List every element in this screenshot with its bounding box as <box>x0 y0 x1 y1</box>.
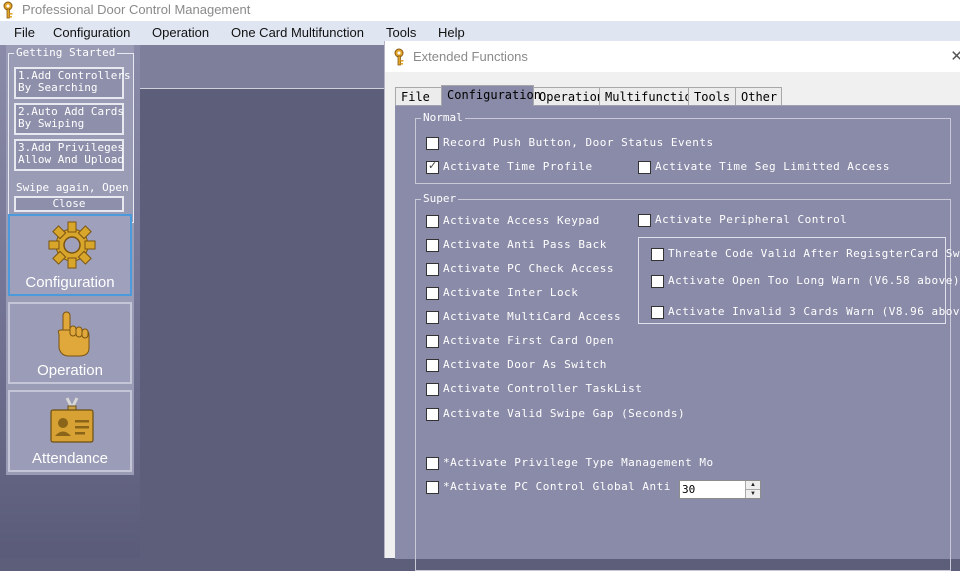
swipe-gap-seconds-input[interactable]: 30 ▲ ▼ <box>679 480 761 499</box>
checkbox-label: Threate Code Valid After RegisgterCard S… <box>668 247 960 260</box>
checkbox-label: Activate Valid Swipe Gap (Seconds) <box>443 407 686 420</box>
tab-configuration[interactable]: Configuration <box>441 85 541 106</box>
menu-help[interactable]: Help <box>438 25 465 40</box>
configuration-tab-page: Normal Record Push Button, Door Status E… <box>395 105 960 571</box>
app-titlebar: Professional Door Control Management <box>0 0 960 21</box>
app-title: Professional Door Control Management <box>22 2 251 17</box>
checkbox-box[interactable] <box>426 287 439 300</box>
tab-file[interactable]: File <box>395 87 442 105</box>
checkbox-label: Activate Inter Lock <box>443 286 579 299</box>
nav-attendance-label: Attendance <box>32 450 108 467</box>
checkbox-box[interactable] <box>426 481 439 494</box>
checkbox-box[interactable] <box>426 383 439 396</box>
checkbox-box[interactable] <box>638 161 651 174</box>
checkbox-box[interactable] <box>426 311 439 324</box>
checkbox-label: Activate Time Profile <box>443 160 593 173</box>
checkbox-box[interactable] <box>426 335 439 348</box>
spin-down-icon[interactable]: ▼ <box>745 490 760 498</box>
menu-operation[interactable]: Operation <box>152 25 209 40</box>
checkbox-box[interactable] <box>426 457 439 470</box>
swipe-gap-value: 30 <box>682 483 696 496</box>
checkbox-box[interactable] <box>426 239 439 252</box>
checkbox-label: Activate PC Check Access <box>443 262 614 275</box>
peripheral-subgroup: Threate Code Valid After RegisgterCard S… <box>638 237 960 324</box>
nav-configuration[interactable]: Configuration <box>8 214 132 296</box>
getting-started-group: Getting Started 1.Add Controllers By Sea… <box>8 46 134 223</box>
nav-operation[interactable]: Operation <box>8 302 132 384</box>
menu-tools[interactable]: Tools <box>386 25 416 40</box>
checkbox-label: Activate Controller TaskList <box>443 382 643 395</box>
extended-functions-title: Extended Functions <box>413 49 528 64</box>
normal-legend: Normal <box>421 111 465 124</box>
checkbox-box[interactable] <box>651 306 664 319</box>
swipe-hint: Swipe again, Open <box>16 181 129 194</box>
extended-functions-window: Extended Functions ✕ File Configuration … <box>384 41 960 571</box>
menu-file[interactable]: File <box>14 25 35 40</box>
nav-operation-label: Operation <box>37 362 103 379</box>
nav-attendance[interactable]: Attendance <box>8 390 132 472</box>
getting-started-legend: Getting Started <box>14 46 118 59</box>
auto-add-cards-button[interactable]: 2.Auto Add Cards By Swiping <box>14 103 124 135</box>
checkbox-label: Activate Invalid 3 Cards Warn (V8.96 abo… <box>668 305 960 318</box>
close-button[interactable]: Close <box>14 196 124 212</box>
normal-group: Normal Record Push Button, Door Status E… <box>415 111 951 184</box>
key-icon <box>394 48 404 66</box>
tab-operation[interactable]: Operation <box>533 87 604 105</box>
checkbox-box[interactable] <box>651 248 664 261</box>
menu-configuration[interactable]: Configuration <box>53 25 130 40</box>
id-card-icon <box>50 397 94 443</box>
tab-multifunction[interactable]: Multifunction <box>599 87 699 105</box>
close-icon[interactable]: ✕ <box>950 47 960 65</box>
left-panel: Getting Started 1.Add Controllers By Sea… <box>0 45 140 558</box>
tab-other[interactable]: Other <box>735 87 782 105</box>
menu-one-card-multifunction[interactable]: One Card Multifunction <box>231 25 364 40</box>
checkbox-box[interactable] <box>426 263 439 276</box>
checkbox-label: Activate Time Seg Limitted Access <box>655 160 891 173</box>
checkbox-label: Activate Peripheral Control <box>655 213 848 226</box>
checkbox-label: Activate Anti Pass Back <box>443 238 607 251</box>
checkbox-label: Activate MultiCard Access <box>443 310 622 323</box>
add-controllers-button[interactable]: 1.Add Controllers By Searching <box>14 67 131 99</box>
tab-tools[interactable]: Tools <box>688 87 736 105</box>
spin-up-icon[interactable]: ▲ <box>745 481 760 490</box>
checkbox-label: Record Push Button, Door Status Events <box>443 136 714 149</box>
extended-functions-titlebar: Extended Functions ✕ <box>385 41 960 72</box>
checkbox-label: Activate Door As Switch <box>443 358 607 371</box>
workspace-header <box>140 45 385 89</box>
checkbox-label: Activate Open Too Long Warn (V6.58 above… <box>668 274 960 287</box>
checkbox-label: Activate First Card Open <box>443 334 614 347</box>
hand-pointer-icon <box>57 311 90 357</box>
checkbox-label: Activate Access Keypad <box>443 214 600 227</box>
checkbox-box[interactable] <box>638 214 651 227</box>
extended-functions-body: File Configuration Operation Multifuncti… <box>385 72 960 571</box>
checkbox-box[interactable] <box>426 215 439 228</box>
checkbox-label: *Activate Privilege Type Management Mo <box>443 456 714 469</box>
nav-configuration-label: Configuration <box>25 274 115 291</box>
checkbox-box[interactable] <box>651 275 664 288</box>
checkbox-box[interactable] <box>426 137 439 150</box>
checkbox-box[interactable] <box>426 408 439 421</box>
add-privileges-button[interactable]: 3.Add Privileges Allow And Upload <box>14 139 124 171</box>
gear-icon <box>48 221 96 269</box>
checkbox-box[interactable] <box>426 359 439 372</box>
checkbox-box[interactable] <box>426 159 439 174</box>
super-group: Super Activate Access Keypad Activate An… <box>415 192 960 571</box>
key-icon <box>3 1 13 19</box>
super-legend: Super <box>421 192 459 205</box>
